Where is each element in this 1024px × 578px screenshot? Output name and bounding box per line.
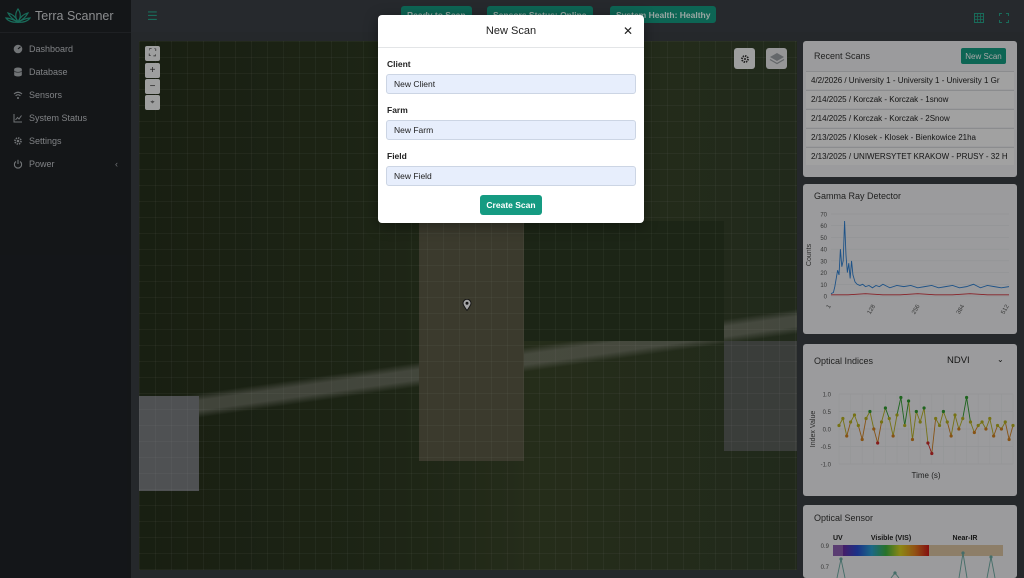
farm-field[interactable] bbox=[386, 120, 636, 140]
farm-label: Farm bbox=[387, 105, 408, 115]
modal-header: New Scan ✕ bbox=[378, 15, 644, 48]
new-scan-modal: New Scan ✕ Client Farm Field Create Scan bbox=[378, 15, 644, 223]
client-label: Client bbox=[387, 59, 411, 69]
client-field[interactable] bbox=[386, 74, 636, 94]
field-name-field[interactable] bbox=[386, 166, 636, 186]
create-scan-button[interactable]: Create Scan bbox=[480, 195, 542, 215]
modal-title: New Scan bbox=[485, 25, 537, 37]
close-icon[interactable]: ✕ bbox=[623, 24, 633, 38]
field-label: Field bbox=[387, 151, 407, 161]
